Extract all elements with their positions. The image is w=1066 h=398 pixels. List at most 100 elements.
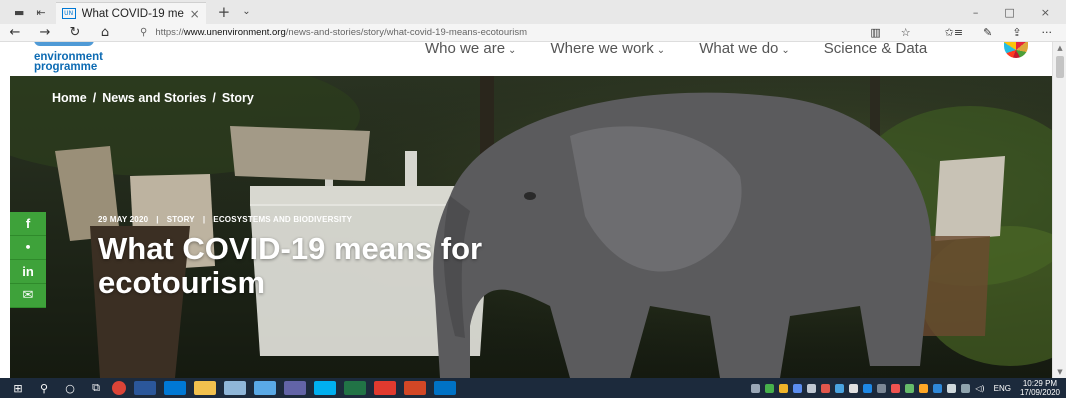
scroll-thumb[interactable] — [1056, 56, 1064, 78]
excel-app-icon[interactable] — [344, 381, 366, 395]
page-scrollbar[interactable]: ▲ ▼ — [1052, 42, 1066, 378]
tray-app-icon[interactable] — [751, 383, 761, 393]
file-explorer-app-icon[interactable] — [194, 381, 216, 395]
web-note-pen-icon[interactable]: ✎ — [983, 26, 992, 39]
meta-separator: | — [156, 215, 159, 224]
share-icon[interactable]: ⇪ — [1012, 26, 1021, 39]
article-type[interactable]: STORY — [167, 215, 195, 224]
tray-app-icon[interactable] — [891, 383, 901, 393]
acrobat-app-icon[interactable] — [374, 381, 396, 395]
new-tab-button[interactable]: + — [218, 0, 231, 24]
tab-bar-left-icons: ▬ ⇤ — [0, 0, 46, 24]
windows-taskbar: ⊞ ⚲ ○ ⧉ ◁) ENG 10:29 PM 17/09/2020 — [0, 378, 1066, 398]
photos-app-icon[interactable] — [254, 381, 276, 395]
tray-app-icon[interactable] — [877, 383, 887, 393]
nav-item-where-we-work[interactable]: Where we work ⌄ — [550, 42, 665, 57]
window-controls: – □ × — [973, 0, 1066, 24]
task-view-icon[interactable]: ⧉ — [88, 381, 104, 395]
tab-preview-icon[interactable]: ⇤ — [36, 6, 45, 19]
article-title-line2: ecotourism — [98, 265, 266, 300]
article-meta: 29 MAY 2020 | STORY | ECOSYSTEMS AND BIO… — [98, 215, 352, 224]
powerpoint-app-icon[interactable] — [404, 381, 426, 395]
word-app-icon[interactable] — [134, 381, 156, 395]
scroll-up-icon[interactable]: ▲ — [1053, 42, 1066, 54]
meta-separator: | — [202, 215, 206, 224]
network-icon[interactable] — [947, 383, 957, 393]
nav-item-who-we-are[interactable]: Who we are ⌄ — [425, 42, 516, 57]
onedrive-icon[interactable] — [933, 383, 943, 393]
tray-app-icon[interactable] — [793, 383, 803, 393]
hero-banner: Home / News and Stories / Story 29 MAY 2… — [10, 76, 1052, 378]
close-window-button[interactable]: × — [1041, 6, 1050, 19]
linkedin-share-icon[interactable]: in — [10, 260, 46, 284]
system-tray: ◁) ENG 10:29 PM 17/09/2020 — [751, 379, 1066, 397]
logo-text-line2: programme — [34, 61, 98, 73]
tray-app-icon[interactable] — [863, 383, 873, 393]
minimize-button[interactable]: – — [973, 6, 979, 19]
search-icon[interactable]: ⚲ — [36, 382, 52, 395]
tray-app-icon[interactable] — [765, 383, 775, 393]
teams-app-icon[interactable] — [284, 381, 306, 395]
article-date: 29 MAY 2020 — [98, 215, 149, 224]
browser-tab-bar: ▬ ⇤ UN What COVID-19 means × + ⌄ – □ × — [0, 0, 1066, 24]
nav-item-what-we-do[interactable]: What we do ⌄ — [699, 42, 790, 57]
clock-date: 17/09/2020 — [1019, 388, 1060, 397]
logo-emblem-icon — [34, 42, 94, 46]
tab-close-icon[interactable]: × — [190, 7, 200, 21]
taskbar-clock[interactable]: 10:29 PM 17/09/2020 — [1020, 379, 1060, 397]
tray-app-icon[interactable] — [919, 383, 929, 393]
breadcrumb-home[interactable]: Home — [52, 91, 87, 105]
twitter-share-icon[interactable]: • — [10, 236, 46, 260]
forward-button[interactable]: → — [30, 24, 60, 42]
maximize-button[interactable]: □ — [1004, 6, 1014, 19]
tab-active[interactable]: UN What COVID-19 means × — [55, 2, 206, 24]
url-text[interactable]: https://www.unenvironment.org/news-and-s… — [155, 27, 527, 38]
edge-app-icon[interactable] — [164, 381, 186, 395]
language-indicator[interactable]: ENG — [994, 384, 1011, 393]
clock-time: 10:29 PM — [1022, 379, 1058, 388]
more-menu-icon[interactable]: ··· — [1042, 26, 1053, 39]
social-share-bar: f • in ✉ — [10, 212, 46, 308]
unep-logo[interactable]: environment programme — [34, 42, 103, 73]
email-share-icon[interactable]: ✉ — [10, 284, 46, 308]
url-field[interactable]: ⚲ https://www.unenvironment.org/news-and… — [140, 27, 870, 38]
chevron-down-icon: ⌄ — [781, 45, 790, 56]
facebook-share-icon[interactable]: f — [10, 212, 46, 236]
site-header: environment programme Who we are ⌄ Where … — [0, 42, 1052, 76]
sdg-wheel-icon[interactable] — [1004, 42, 1028, 58]
tray-app-icon[interactable] — [849, 383, 859, 393]
article-title: What COVID-19 means for ecotourism — [98, 232, 658, 300]
article-topic[interactable]: ECOSYSTEMS AND BIODIVERSITY — [213, 215, 352, 224]
main-nav: Who we are ⌄ Where we work ⌄ What we do ⌄ S… — [425, 42, 927, 57]
set-aside-tabs-icon[interactable]: ▬ — [14, 6, 24, 19]
tray-app-icon[interactable] — [905, 383, 915, 393]
chevron-down-icon: ⌄ — [656, 45, 666, 56]
tray-app-icon[interactable] — [961, 383, 971, 393]
tray-app-icon[interactable] — [807, 383, 817, 393]
breadcrumb-news-and-stories[interactable]: News and Stories — [102, 91, 206, 105]
back-button[interactable]: ← — [0, 24, 30, 42]
skype-app-icon[interactable] — [314, 381, 336, 395]
breadcrumb-story: Story — [221, 91, 254, 105]
cortana-icon[interactable]: ○ — [62, 382, 78, 395]
tray-app-icon[interactable] — [779, 383, 789, 393]
tray-app-icon[interactable] — [835, 383, 845, 393]
volume-icon[interactable]: ◁) — [975, 384, 984, 393]
scroll-down-icon[interactable]: ▼ — [1053, 366, 1066, 378]
address-bar: ← → ↻ ⌂ ⚲ https://www.unenvironment.org/… — [0, 24, 1066, 42]
paint-app-icon[interactable] — [224, 381, 246, 395]
favorite-star-icon[interactable]: ☆ — [901, 26, 911, 39]
chevron-down-icon: ⌄ — [508, 45, 517, 56]
start-windows-icon[interactable]: ⊞ — [10, 382, 26, 395]
tray-app-icon[interactable] — [821, 383, 831, 393]
hero-elephant-image — [10, 76, 1052, 378]
refresh-button[interactable]: ↻ — [60, 24, 90, 42]
tab-list-chevron-icon[interactable]: ⌄ — [242, 0, 250, 24]
home-button[interactable]: ⌂ — [90, 24, 120, 42]
address-bar-actions: ▥ ☆ ✩≡ ✎ ⇪ ··· — [870, 26, 1066, 39]
outlook-app-icon[interactable] — [434, 381, 456, 395]
favorites-hub-icon[interactable]: ✩≡ — [945, 26, 963, 39]
reading-view-icon[interactable]: ▥ — [870, 26, 880, 39]
nav-item-science-data[interactable]: Science & Data — [824, 42, 927, 57]
chrome-app-icon[interactable] — [112, 381, 126, 395]
